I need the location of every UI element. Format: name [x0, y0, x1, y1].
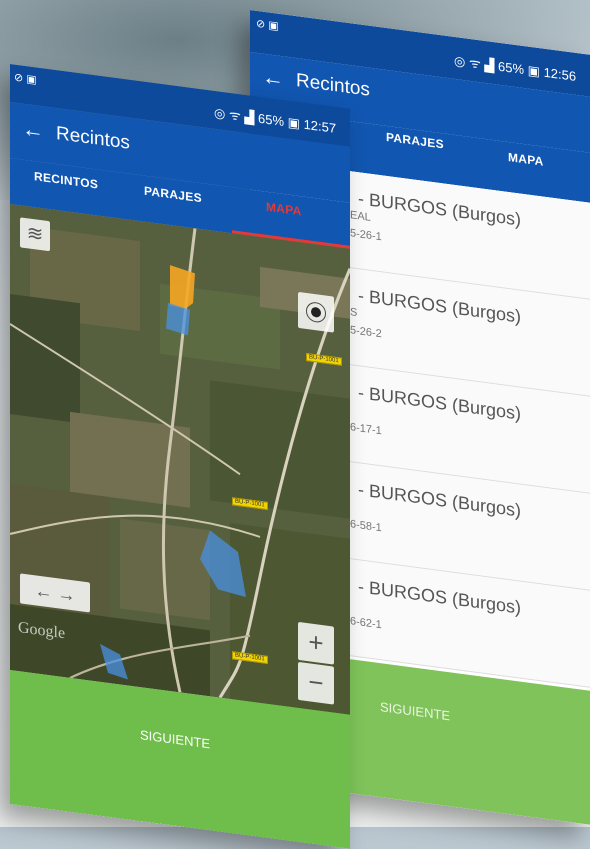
list-item-title: - BURGOS (Burgos) — [358, 285, 522, 327]
layers-icon[interactable]: ≋ — [20, 217, 50, 252]
page-title: Recintos — [56, 123, 130, 154]
location-icon — [306, 300, 326, 324]
list-item-code: 5-26-2 — [350, 324, 382, 341]
back-arrow-icon[interactable]: ← — [262, 64, 284, 93]
list-item-code: 6-62-1 — [350, 615, 382, 632]
list-item-code: 6-58-1 — [350, 518, 382, 535]
my-location-button[interactable] — [298, 291, 334, 333]
list-item-subtitle: S — [350, 306, 358, 320]
status-right: ◎ ᯤ ▟ 65% ▣ 12:56 — [454, 52, 577, 84]
zoom-out-button[interactable]: − — [298, 661, 334, 705]
list-item-title: - BURGOS (Burgos) — [358, 576, 522, 618]
notification-icons: ⊘ ▣ — [14, 71, 37, 87]
page-title: Recintos — [296, 70, 370, 101]
zoom-in-button[interactable]: + — [298, 621, 334, 665]
notification-icons: ⊘ ▣ — [256, 17, 279, 33]
arrows-icon: ← → — [34, 580, 76, 606]
tab-recintos[interactable]: RECINTOS — [34, 169, 98, 191]
tab-mapa[interactable]: MAPA — [508, 150, 544, 169]
list-item-code: 5-26-1 — [350, 227, 382, 244]
siguiente-label: SIGUIENTE — [380, 699, 451, 724]
satellite-map[interactable]: ≋ BU-P-1001 BU-P-1001 BU-P-1001 ← → Goog… — [10, 204, 350, 715]
back-arrow-icon[interactable]: ← — [22, 116, 44, 145]
front-phone-screen: ⊘ ▣ ◎ ᯤ ▟ 65% ▣ 12:57 ← Recintos RECINTO… — [10, 64, 350, 849]
list-item-title: - BURGOS (Burgos) — [358, 382, 522, 424]
siguiente-label: SIGUIENTE — [140, 727, 211, 752]
list-item-title: - BURGOS (Burgos) — [358, 479, 522, 521]
tab-parajes[interactable]: PARAJES — [386, 130, 444, 152]
list-item-subtitle: EAL — [350, 209, 371, 224]
tab-parajes[interactable]: PARAJES — [144, 184, 202, 206]
list-item-code: 6-17-1 — [350, 421, 382, 438]
tab-mapa[interactable]: MAPA — [266, 200, 302, 219]
list-item-title: - BURGOS (Burgos) — [358, 188, 522, 230]
